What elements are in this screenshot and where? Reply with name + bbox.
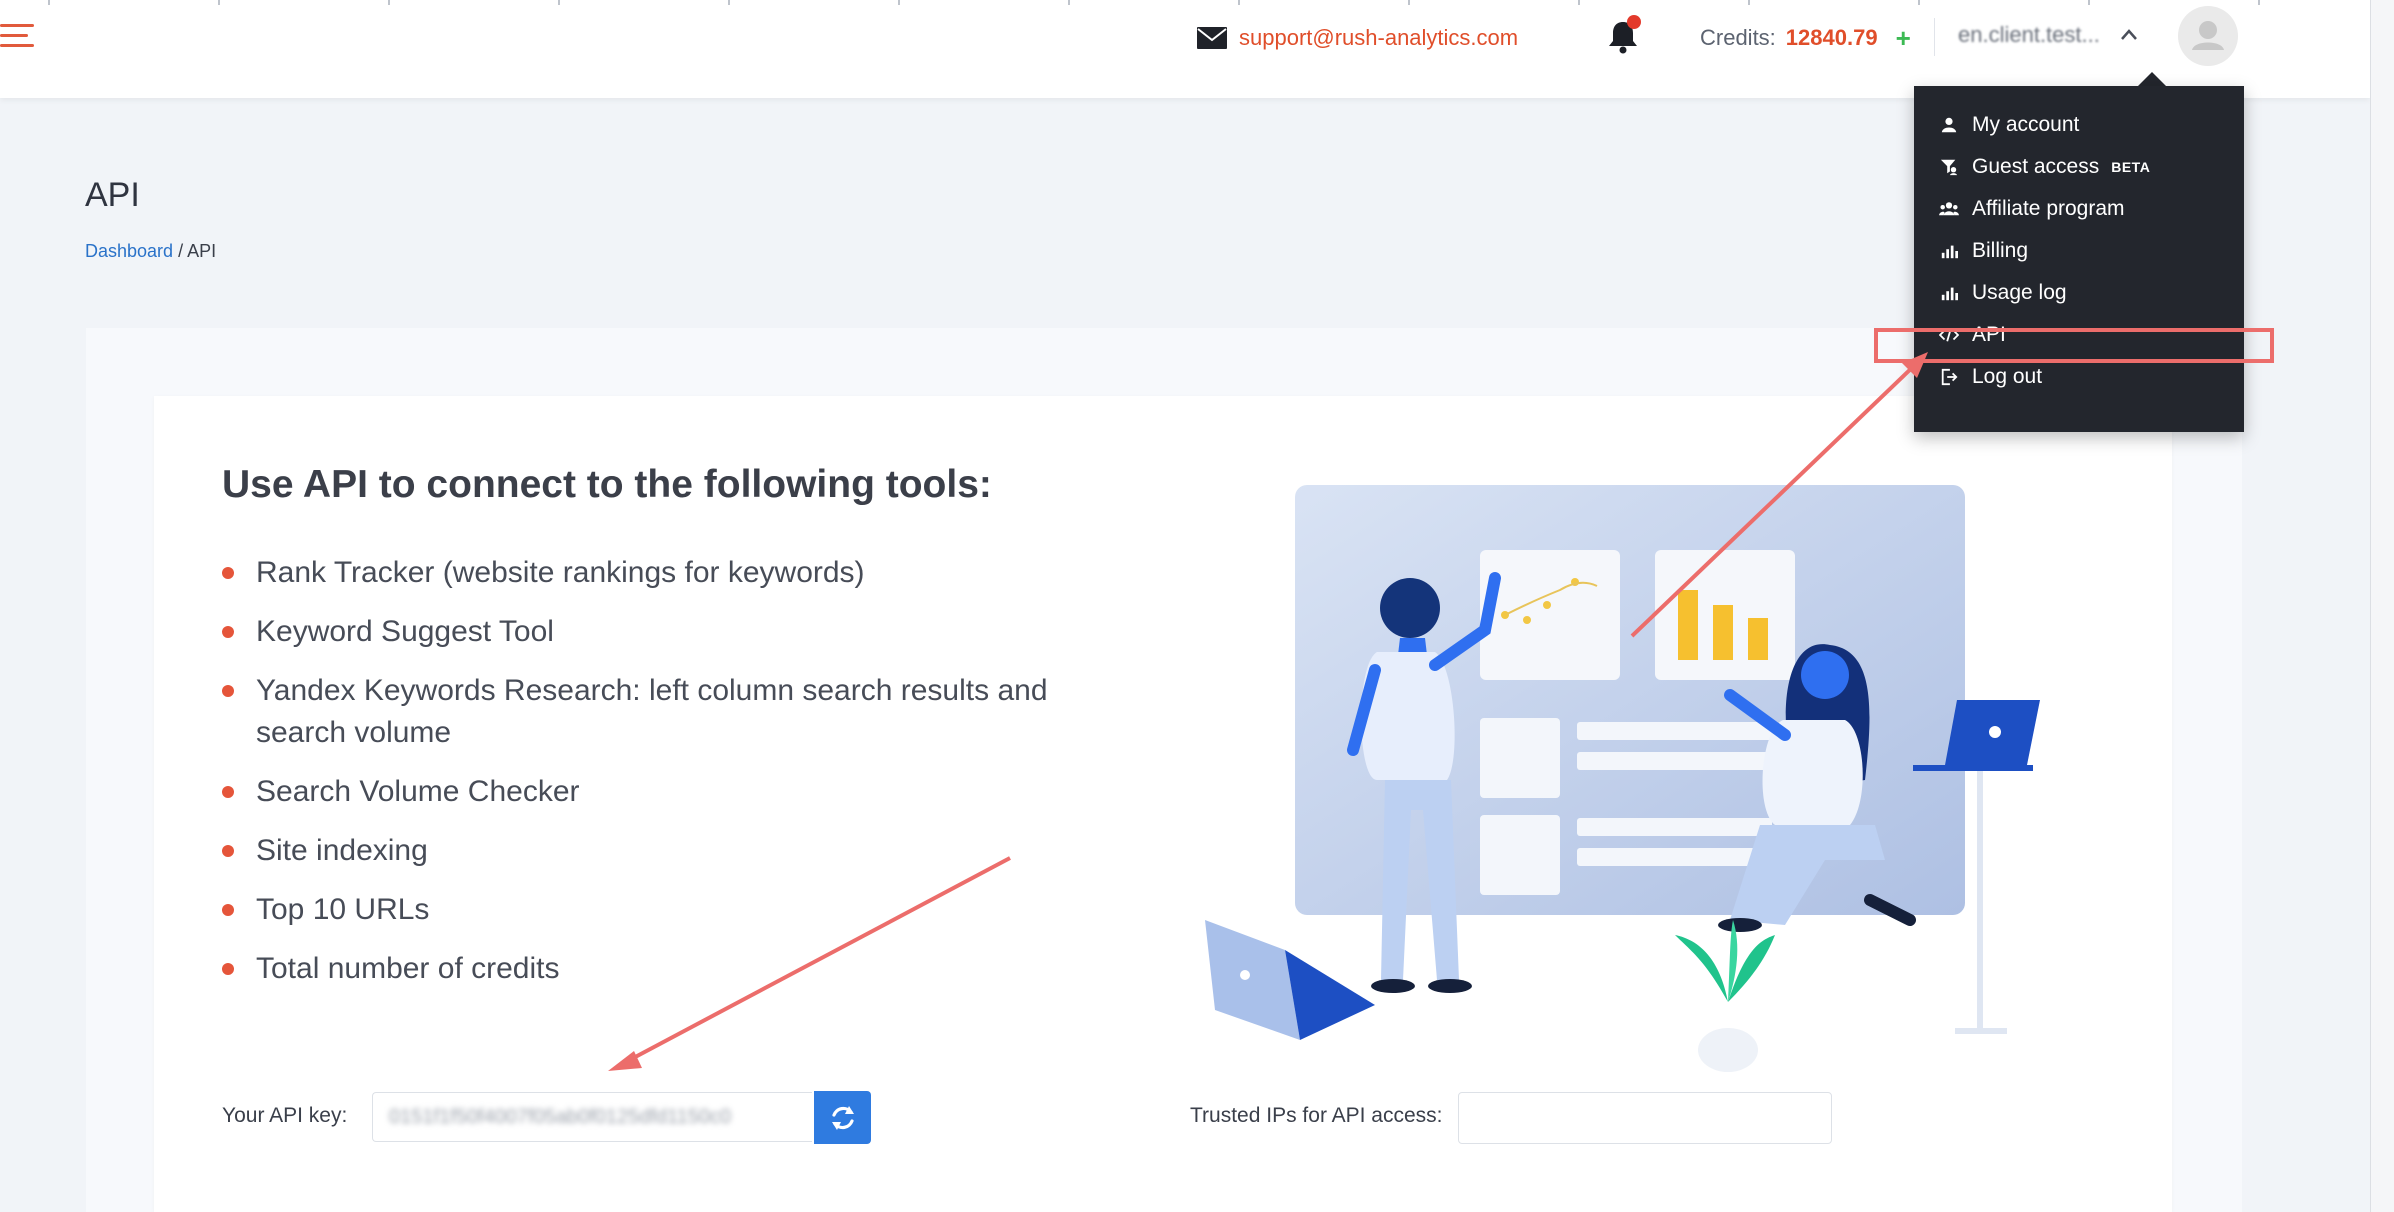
api-illustration	[1205, 485, 2040, 1072]
support-email-link[interactable]: support@rush-analytics.com	[1239, 25, 1518, 51]
menu-item-usage-log[interactable]: Usage log	[1914, 272, 2244, 314]
scrollbar[interactable]	[2370, 0, 2394, 1212]
bullet-icon	[222, 567, 234, 579]
chevron-up-icon[interactable]	[2120, 28, 2138, 42]
breadcrumb: Dashboard / API	[85, 241, 216, 262]
trusted-ips-label: Trusted IPs for API access:	[1190, 1104, 1443, 1127]
breadcrumb-current: API	[187, 241, 217, 261]
list-item: Site indexing	[222, 830, 1122, 872]
tools-heading: Use API to connect to the following tool…	[222, 463, 992, 506]
tools-list: Rank Tracker (website rankings for keywo…	[222, 552, 1122, 1007]
bullet-icon	[222, 845, 234, 857]
user-dropdown-menu: My account Guest access BETA Affiliate p…	[1914, 86, 2244, 432]
list-item: Rank Tracker (website rankings for keywo…	[222, 552, 1122, 594]
code-icon	[1938, 324, 1960, 346]
api-key-field[interactable]: 0151f1f50f4007f05ab0f0125dfd1150c0	[372, 1092, 812, 1142]
user-icon	[1938, 114, 1960, 136]
menu-item-my-account[interactable]: My account	[1914, 104, 2244, 146]
list-item: Top 10 URLs	[222, 889, 1122, 931]
list-item: Total number of credits	[222, 948, 1122, 990]
menu-item-api[interactable]: API	[1914, 314, 2244, 356]
menu-item-log-out[interactable]: Log out	[1914, 356, 2244, 398]
beta-badge: BETA	[2111, 159, 2151, 175]
refresh-icon	[831, 1105, 854, 1130]
username-label[interactable]: en.client.test...	[1958, 22, 2100, 48]
user-avatar-icon	[2192, 21, 2224, 50]
avatar[interactable]	[2178, 6, 2238, 66]
credits-label: Credits:	[1700, 25, 1776, 50]
menu-item-guest-access[interactable]: Guest access BETA	[1914, 146, 2244, 188]
list-item: Search Volume Checker	[222, 771, 1122, 813]
page-title: API	[85, 176, 140, 214]
bullet-icon	[222, 626, 234, 638]
regenerate-key-button[interactable]	[814, 1091, 871, 1144]
api-key-value: 0151f1f50f4007f05ab0f0125dfd1150c0	[389, 1106, 732, 1128]
bullet-icon	[222, 786, 234, 798]
list-item: Yandex Keywords Research: left column se…	[222, 670, 1122, 754]
guest-access-icon	[1938, 156, 1960, 178]
credits-value: 12840.79	[1785, 25, 1878, 50]
menu-item-affiliate-program[interactable]: Affiliate program	[1914, 188, 2244, 230]
logout-icon	[1938, 366, 1960, 388]
ruler-ticks	[0, 0, 2370, 6]
bullet-icon	[222, 963, 234, 975]
notification-dot	[1627, 15, 1641, 29]
bullet-icon	[222, 685, 234, 697]
list-item: Keyword Suggest Tool	[222, 611, 1122, 653]
bar-chart-icon	[1938, 282, 1960, 304]
menu-toggle-icon[interactable]	[0, 24, 34, 50]
header-divider	[1934, 18, 1935, 56]
top-header	[0, 0, 2370, 98]
menu-item-billing[interactable]: Billing	[1914, 230, 2244, 272]
api-key-label: Your API key:	[222, 1104, 348, 1127]
add-credits-button[interactable]: +	[1896, 23, 1911, 54]
envelope-icon	[1197, 27, 1227, 49]
credits-display: Credits: 12840.79 +	[1700, 22, 1911, 54]
dropdown-caret	[2138, 72, 2166, 86]
support-contact[interactable]: support@rush-analytics.com	[1197, 22, 1518, 54]
bullet-icon	[222, 904, 234, 916]
bar-chart-icon	[1938, 240, 1960, 262]
affiliate-icon	[1938, 198, 1960, 220]
breadcrumb-dashboard-link[interactable]: Dashboard	[85, 241, 173, 261]
breadcrumb-separator: /	[173, 241, 188, 261]
trusted-ips-input[interactable]	[1458, 1092, 1832, 1144]
